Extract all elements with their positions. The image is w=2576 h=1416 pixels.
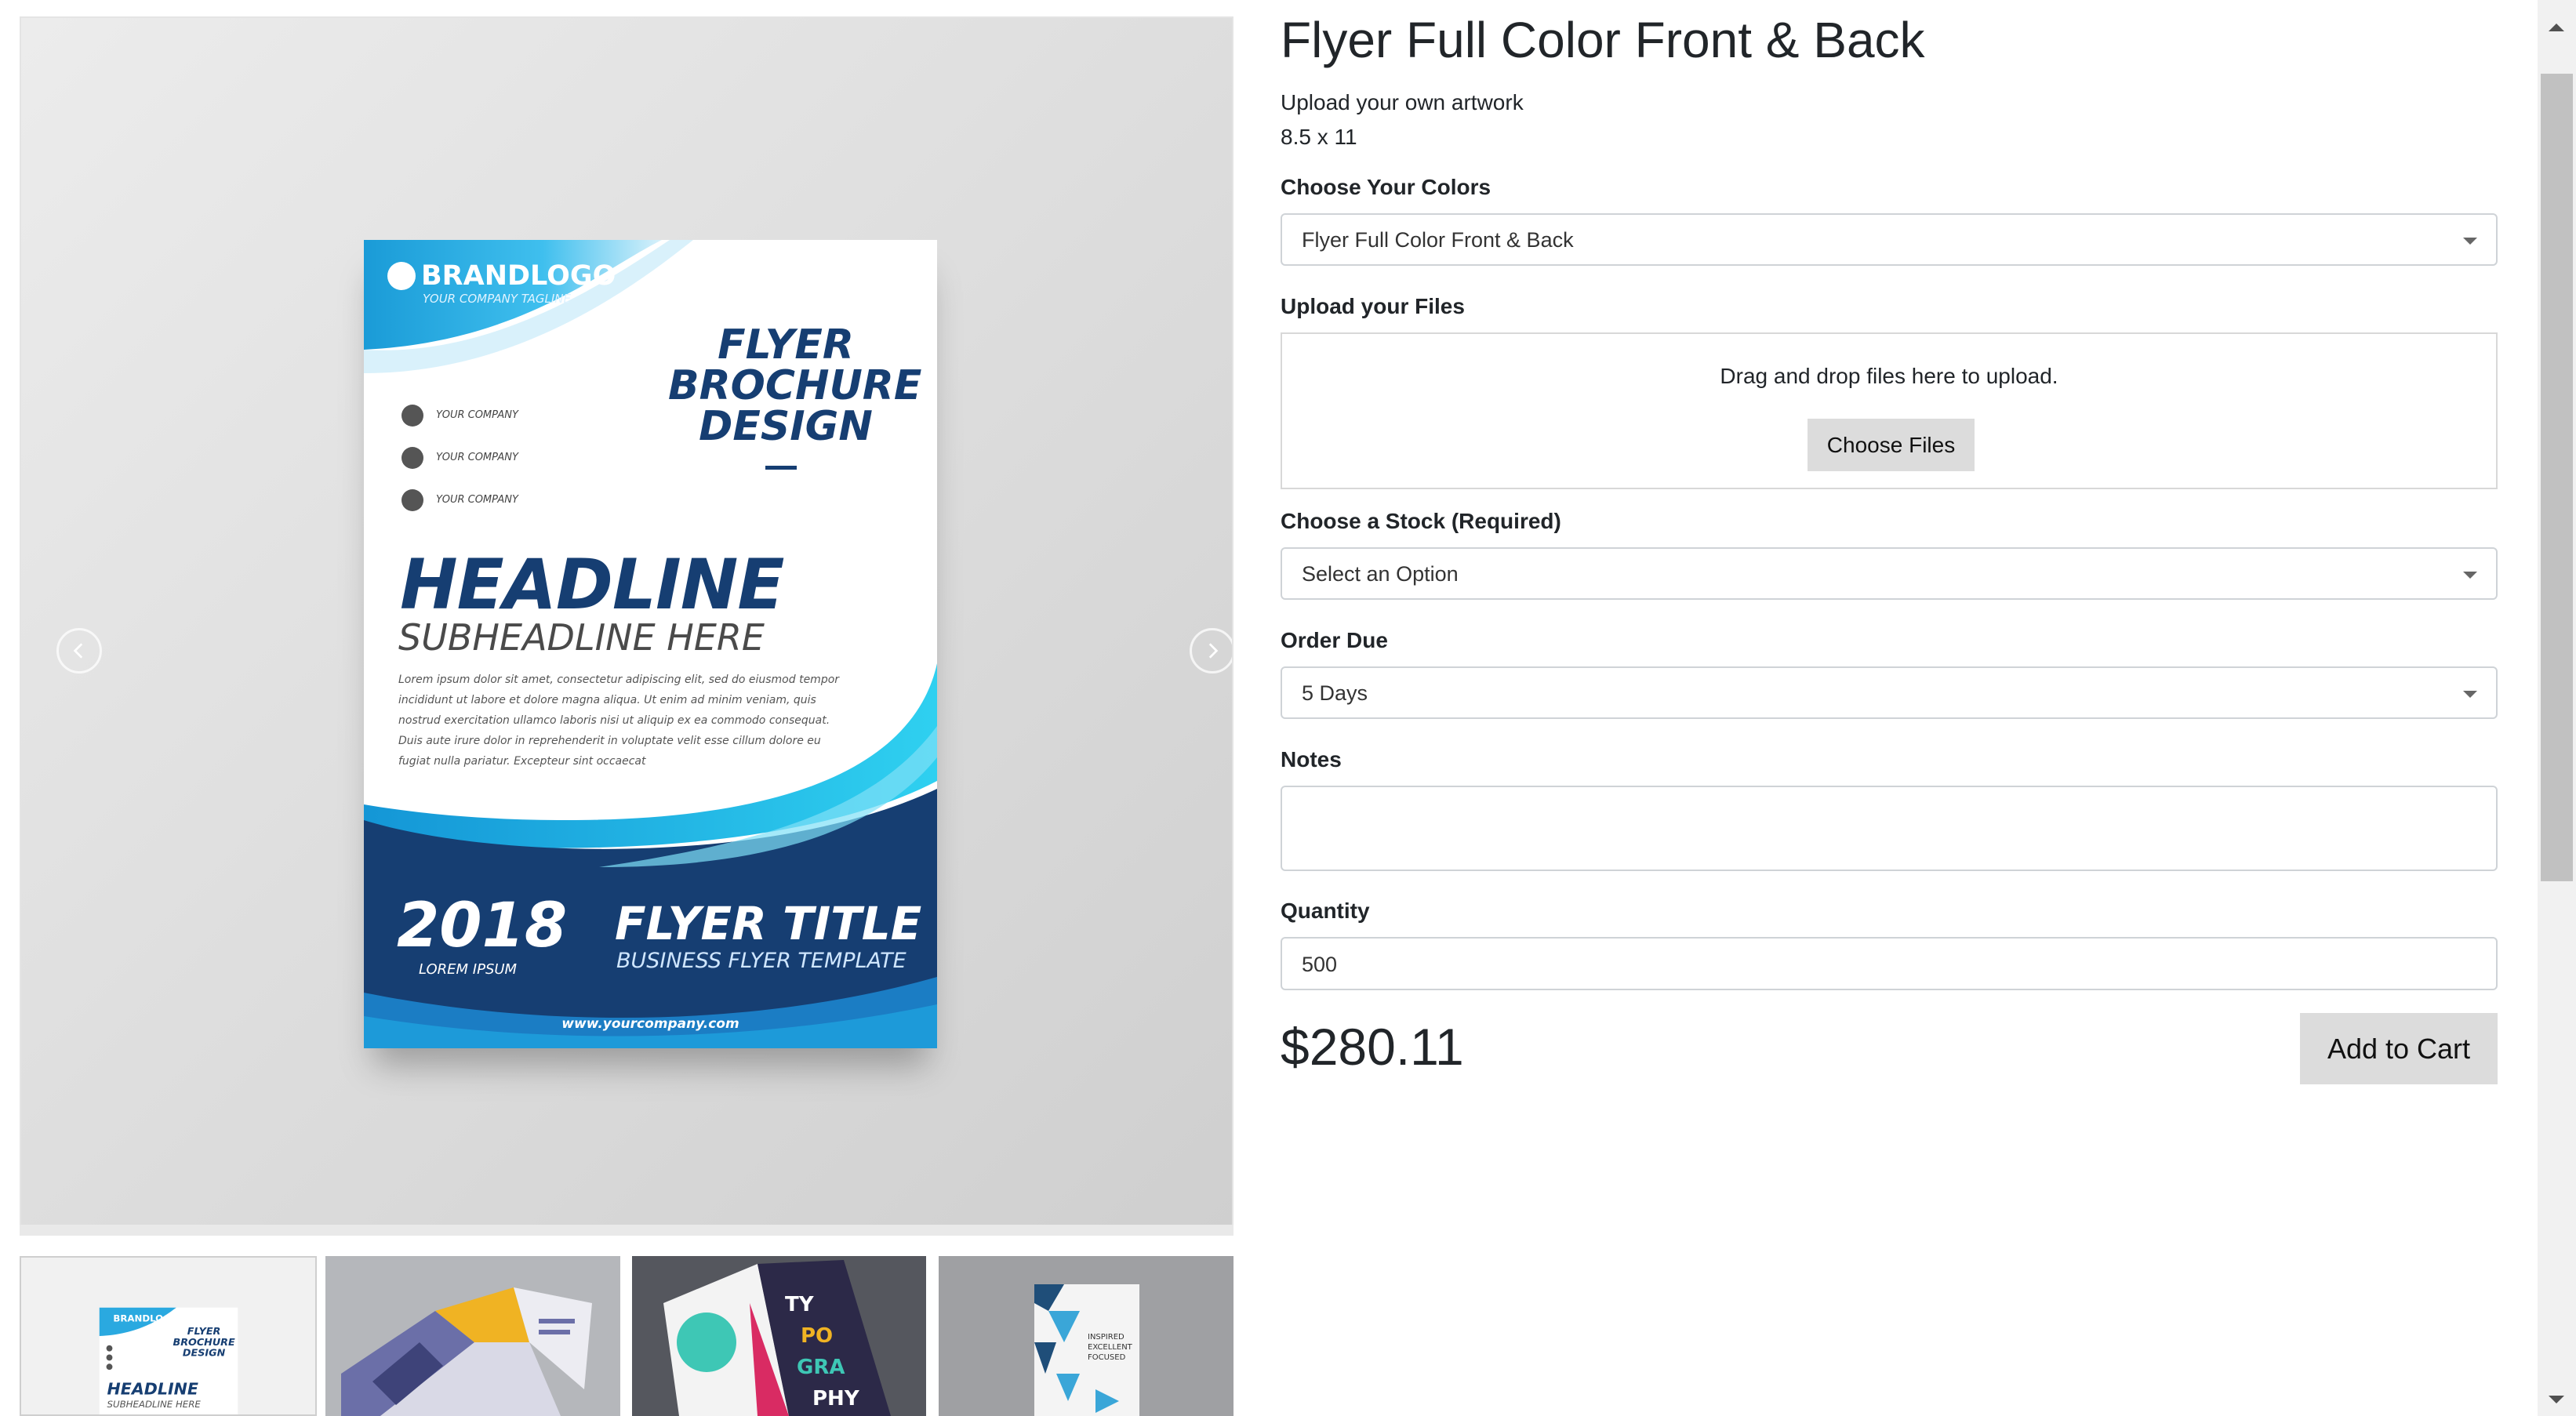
previous-image-button[interactable] bbox=[56, 628, 102, 674]
flyer-footer-title: FLYER TITLE bbox=[615, 897, 922, 950]
stock-label: Choose a Stock (Required) bbox=[1281, 509, 1561, 533]
flyer-info-item: YOUR COMPANY bbox=[436, 452, 518, 463]
stock-select-value: Select an Option bbox=[1302, 562, 1459, 586]
phone-icon bbox=[401, 405, 423, 427]
rack-line-3: FOCUSED bbox=[1088, 1353, 1126, 1362]
brand-logo-icon bbox=[387, 262, 416, 290]
order-due-select-value: 5 Days bbox=[1302, 681, 1368, 705]
gallery-scroll-track bbox=[20, 1225, 1234, 1236]
thumbnail-rack-card[interactable]: INSPIRED EXCELLENT FOCUSED bbox=[939, 1256, 1234, 1416]
chevron-down-icon bbox=[2463, 238, 2477, 245]
quantity-input[interactable]: 500 bbox=[1281, 937, 2498, 990]
product-subtitle: Upload your own artwork bbox=[1281, 90, 1524, 114]
flyer-tagline: YOUR COMPANY TAGLINE bbox=[423, 292, 571, 306]
notes-textarea[interactable] bbox=[1281, 786, 2498, 871]
colors-select-value: Flyer Full Color Front & Back bbox=[1302, 228, 1574, 252]
chevron-left-icon bbox=[73, 643, 83, 659]
location-pin-icon bbox=[401, 489, 423, 511]
scrollbar-thumb[interactable] bbox=[2541, 74, 2573, 881]
chevron-down-icon bbox=[2463, 691, 2477, 698]
flyer-title-line-3: DESIGN bbox=[699, 403, 873, 450]
flyer-year-caption: LOREM IPSUM bbox=[419, 961, 518, 978]
add-to-cart-button[interactable]: Add to Cart bbox=[2300, 1013, 2498, 1084]
quantity-label: Quantity bbox=[1281, 899, 1370, 923]
thumbnail-trifold-brochure[interactable] bbox=[325, 1256, 620, 1416]
flyer-title-line-2: BROCHURE bbox=[668, 362, 922, 409]
thumbnail-typography-brochure[interactable]: TY PO GRA PHY bbox=[632, 1256, 926, 1416]
thumb-subheadline: SUBHEADLINE HERE bbox=[107, 1399, 202, 1410]
thumb-brand: BRANDLOGO bbox=[113, 1313, 178, 1323]
file-dropzone[interactable]: Drag and drop files here to upload. Choo… bbox=[1281, 332, 2498, 489]
thumbnail-image: INSPIRED EXCELLENT FOCUSED bbox=[939, 1256, 1234, 1416]
rack-line-1: INSPIRED bbox=[1088, 1333, 1125, 1342]
flyer-year: 2018 bbox=[397, 891, 568, 961]
thumb-title-3: DESIGN bbox=[183, 1347, 226, 1359]
thumbnail-image bbox=[325, 1256, 620, 1416]
typo-line-4: PHY bbox=[812, 1387, 860, 1411]
stock-select[interactable]: Select an Option bbox=[1281, 547, 2498, 600]
flyer-footer-subtitle: BUSINESS FLYER TEMPLATE bbox=[616, 949, 907, 973]
flyer-preview-image: BRANDLOGO YOUR COMPANY TAGLINE FLYER BRO… bbox=[364, 240, 937, 1048]
chevron-down-icon bbox=[2463, 572, 2477, 579]
thumbnail-image: BRANDLOGO FLYER BROCHURE DESIGN HEADLINE… bbox=[99, 1307, 238, 1414]
page-scrollbar[interactable] bbox=[2538, 0, 2576, 1416]
flyer-brand: BRANDLOGO bbox=[421, 260, 616, 292]
product-title: Flyer Full Color Front & Back bbox=[1281, 12, 1925, 68]
colors-label: Choose Your Colors bbox=[1281, 175, 1491, 199]
scroll-down-icon[interactable] bbox=[2549, 1396, 2564, 1403]
thumbnail-flyer-front[interactable]: BRANDLOGO FLYER BROCHURE DESIGN HEADLINE… bbox=[20, 1256, 317, 1416]
product-price: $280.11 bbox=[1281, 1018, 1464, 1076]
flyer-body-text: Lorem ipsum dolor sit amet, consectetur … bbox=[398, 674, 840, 768]
order-due-select[interactable]: 5 Days bbox=[1281, 666, 2498, 719]
next-image-button[interactable] bbox=[1190, 628, 1232, 674]
scroll-up-icon[interactable] bbox=[2549, 24, 2564, 31]
upload-files-label: Upload your Files bbox=[1281, 294, 1465, 318]
flyer-subheadline: SUBHEADLINE HERE bbox=[398, 616, 765, 659]
home-icon bbox=[401, 447, 423, 469]
rack-line-2: EXCELLENT bbox=[1088, 1343, 1133, 1352]
flyer-info-item: YOUR COMPANY bbox=[436, 494, 518, 506]
product-image-viewer: BRANDLOGO YOUR COMPANY TAGLINE FLYER BRO… bbox=[20, 16, 1234, 1234]
chevron-right-icon bbox=[1208, 643, 1219, 659]
thumb-headline: HEADLINE bbox=[107, 1380, 198, 1399]
notes-label: Notes bbox=[1281, 747, 1342, 772]
product-size: 8.5 x 11 bbox=[1281, 125, 1357, 149]
flyer-title-line-1: FLYER bbox=[718, 321, 854, 369]
typo-line-3: GRA bbox=[797, 1356, 845, 1379]
flyer-info-item: YOUR COMPANY bbox=[436, 409, 518, 421]
thumbnail-image: TY PO GRA PHY bbox=[632, 1256, 926, 1416]
colors-select[interactable]: Flyer Full Color Front & Back bbox=[1281, 213, 2498, 266]
quantity-value: 500 bbox=[1302, 953, 1338, 976]
flyer-title-divider bbox=[765, 466, 797, 470]
order-due-label: Order Due bbox=[1281, 628, 1388, 652]
dropzone-text: Drag and drop files here to upload. bbox=[1720, 364, 2058, 388]
typo-line-1: TY bbox=[785, 1293, 815, 1316]
flyer-headline: HEADLINE bbox=[400, 544, 784, 625]
flyer-website: www.yourcompany.com bbox=[561, 1016, 739, 1032]
typo-line-2: PO bbox=[801, 1324, 833, 1348]
choose-files-button[interactable]: Choose Files bbox=[1808, 419, 1975, 471]
